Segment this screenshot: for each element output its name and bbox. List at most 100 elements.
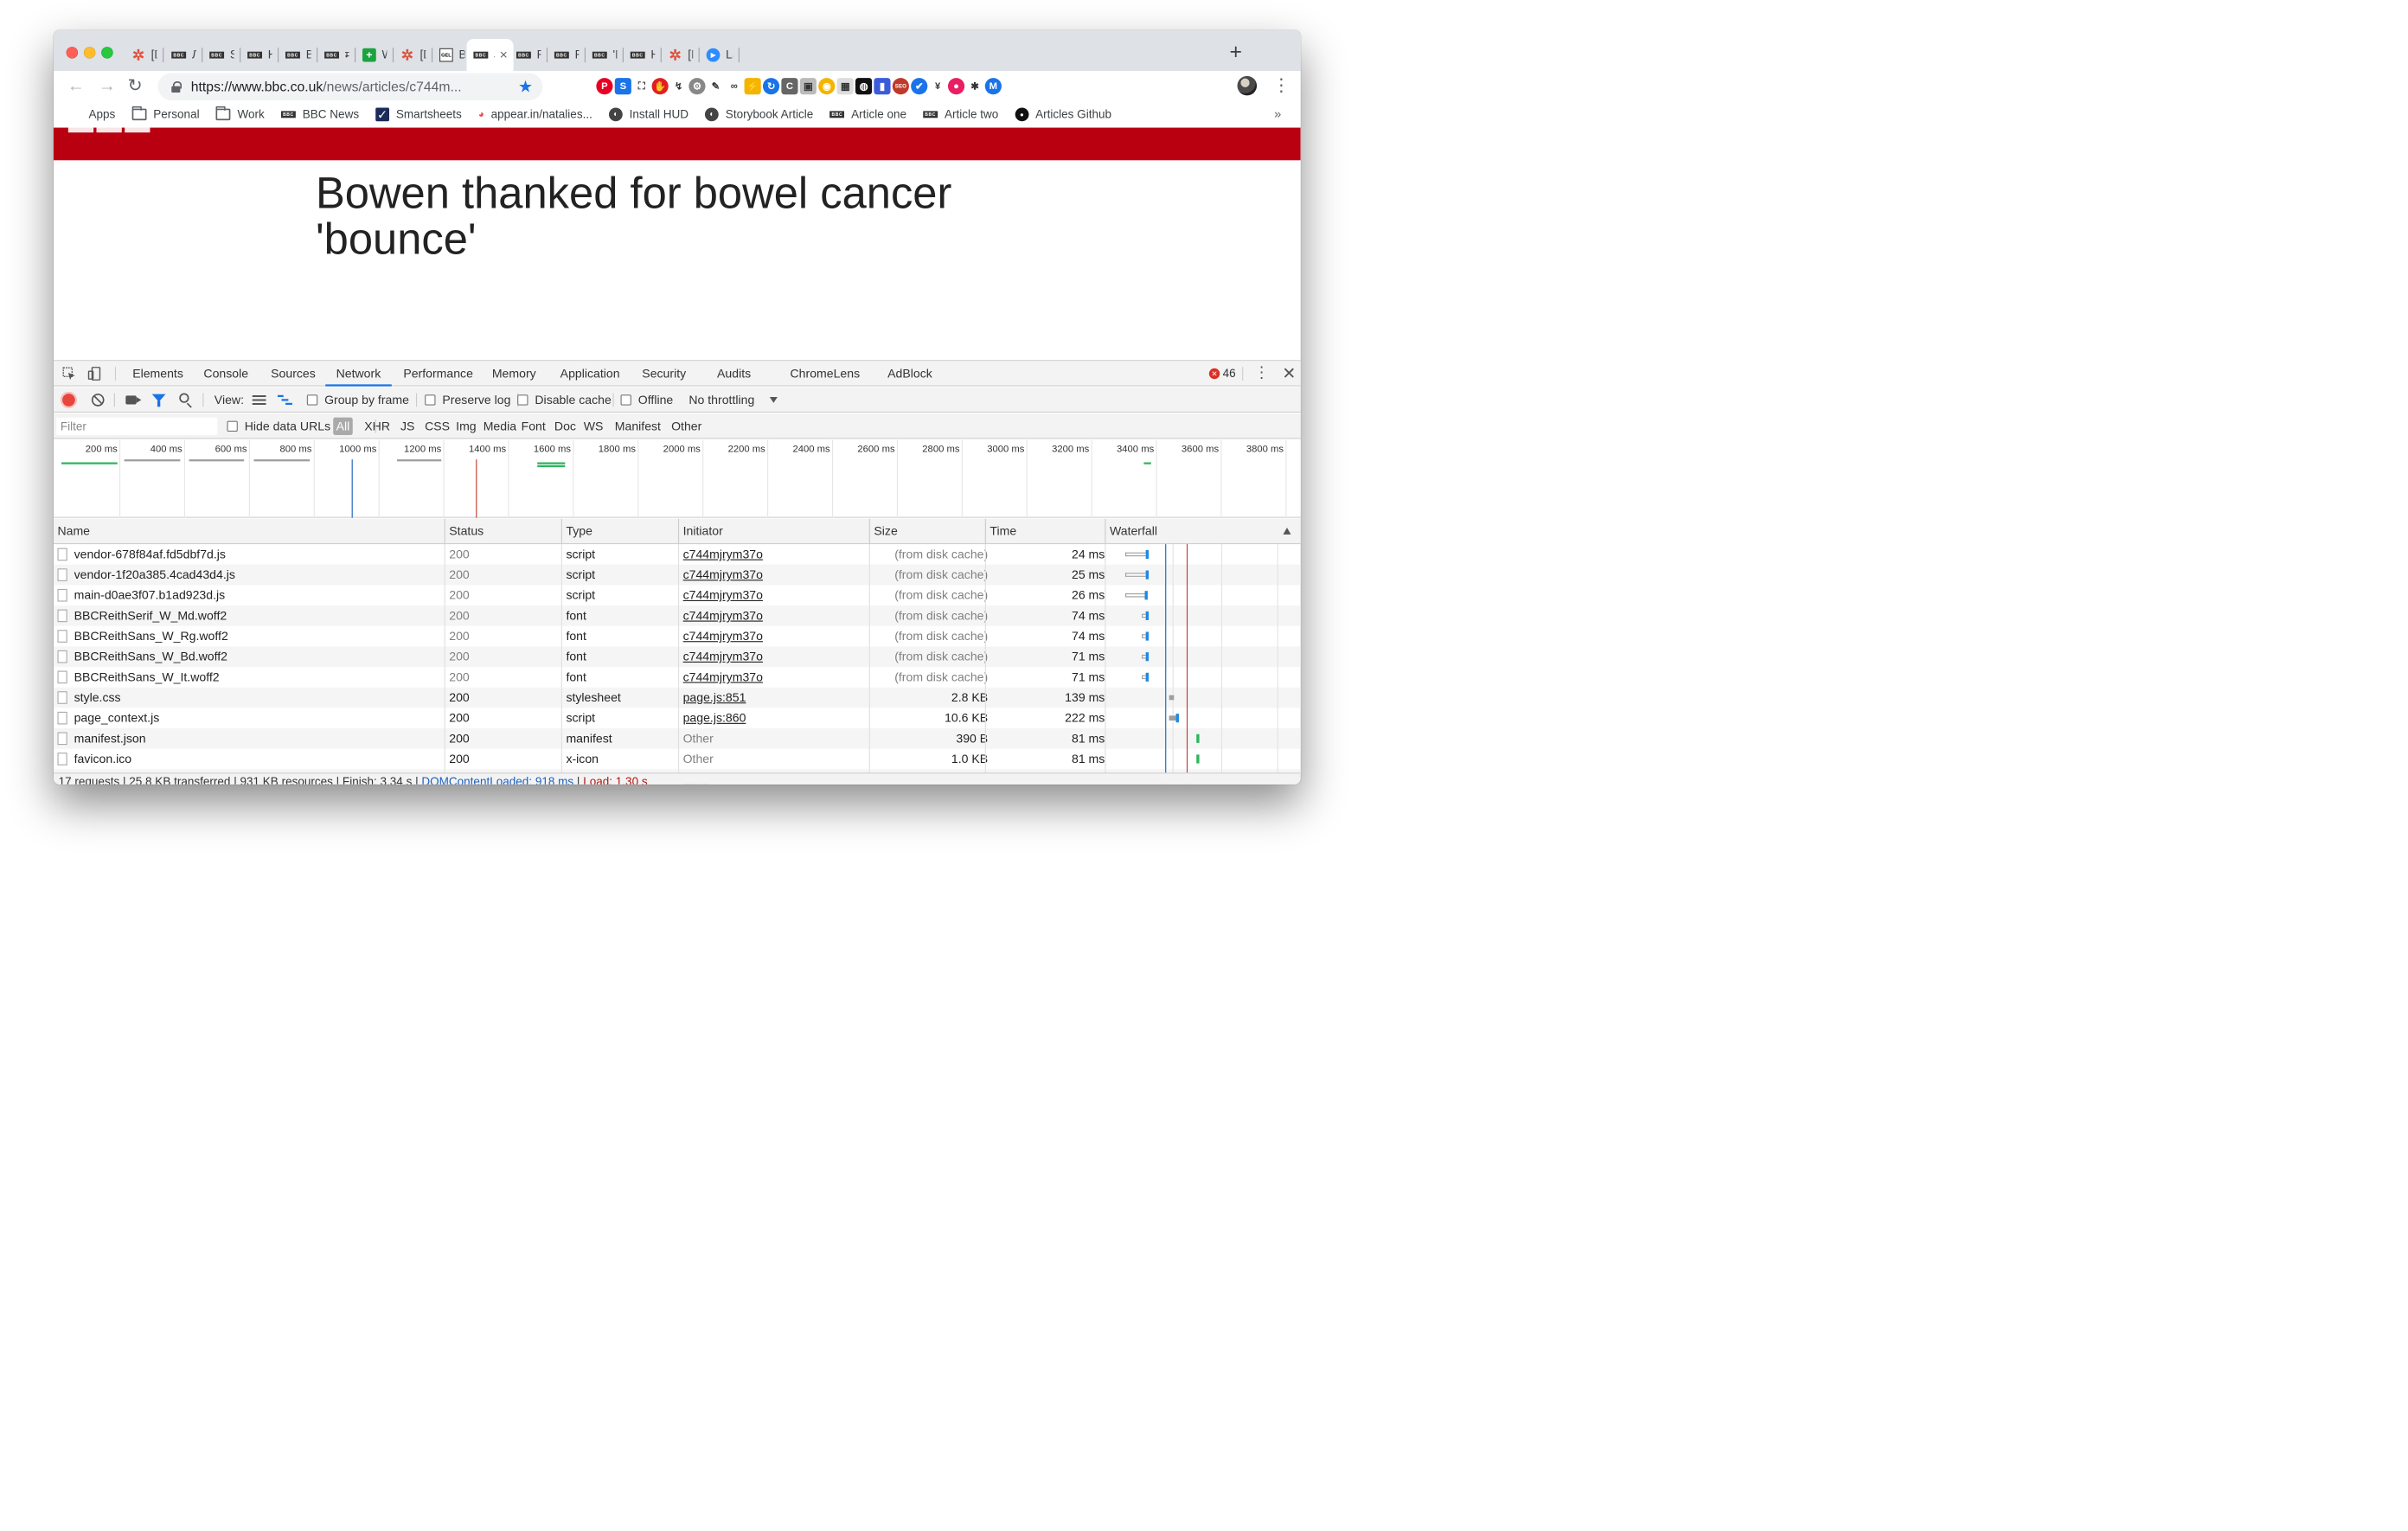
hide-data-urls-checkbox[interactable] — [227, 420, 238, 432]
column-divider[interactable] — [560, 518, 562, 545]
devtools-tab-sources[interactable]: Sources — [271, 361, 316, 386]
screenshot-icon[interactable]: ⛶ — [633, 78, 650, 95]
browser-tab[interactable]: BBC Story — [203, 39, 240, 71]
mask-icon[interactable]: ∞ — [726, 78, 743, 95]
request-name-cell[interactable]: BBCReithSerif_W_Md.woff2 — [57, 605, 437, 626]
request-name-cell[interactable]: vendor-1f20a385.4cad43d4.js — [57, 565, 437, 586]
browser-tab[interactable]: + WS C — [356, 39, 394, 71]
browser-tab[interactable]: BBC Royal — [510, 39, 548, 71]
extension-icon[interactable]: ▮ — [874, 78, 891, 95]
sort-ascending-icon[interactable] — [1283, 527, 1291, 535]
extension-icon[interactable]: ↻ — [762, 78, 780, 95]
back-button[interactable]: ← — [67, 75, 85, 96]
column-header-status[interactable]: Status — [445, 519, 484, 543]
column-header-time[interactable]: Time — [986, 519, 1016, 543]
browser-tab[interactable]: BBC मौत क — [318, 39, 355, 71]
type-filter-font[interactable]: Font — [518, 418, 548, 435]
bookmarks-overflow-button[interactable]: » — [1274, 106, 1281, 121]
waterfall-bar[interactable] — [1145, 631, 1150, 641]
bookmark-item[interactable]: ● Articles Github — [1015, 107, 1111, 122]
bookmark-item[interactable]: BBC BBC News — [280, 107, 359, 121]
devtools-tab-memory[interactable]: Memory — [492, 361, 536, 386]
devtools-tab-security[interactable]: Security — [642, 361, 686, 386]
bookmark-star-icon[interactable]: ★ — [518, 77, 533, 97]
close-window-button[interactable] — [66, 47, 79, 59]
new-tab-button[interactable]: + — [1230, 40, 1242, 64]
figure-icon[interactable]: ✱ — [966, 78, 983, 95]
filter-icon[interactable] — [151, 394, 166, 407]
initiator-link[interactable]: c744mjrym37o — [683, 646, 868, 667]
waterfall-bar[interactable] — [1145, 570, 1150, 580]
devtools-menu-button[interactable]: ⋮ — [1254, 363, 1270, 381]
type-filter-js[interactable]: JS — [398, 418, 418, 435]
waterfall-bar[interactable] — [1145, 652, 1150, 662]
browser-tab[interactable]: BBC Викто — [279, 39, 317, 71]
gear-icon[interactable]: ⚙ — [688, 78, 706, 95]
waterfall-bar[interactable] — [1169, 695, 1175, 701]
type-filter-media[interactable]: Media — [480, 418, 519, 435]
type-filter-img[interactable]: Img — [453, 418, 479, 435]
initiator-link[interactable]: c744mjrym37o — [683, 544, 868, 565]
type-filter-other[interactable]: Other — [669, 418, 705, 435]
error-count-badge[interactable]: ✕ 46 — [1208, 367, 1236, 381]
waterfall-bar[interactable] — [1145, 672, 1150, 682]
browser-tab[interactable]: ▶ Laun — [701, 39, 740, 71]
chrome-icon[interactable]: ◉ — [818, 78, 836, 95]
bbc-logo[interactable] — [67, 127, 150, 133]
adblock-icon[interactable]: ✋ — [651, 78, 669, 95]
browser-tab[interactable]: ✲ [DATA — [394, 39, 432, 71]
device-toolbar-icon[interactable] — [87, 366, 101, 381]
devtools-tab-network[interactable]: Network — [325, 361, 392, 387]
m-icon[interactable]: M — [984, 78, 1002, 95]
type-filter-all[interactable]: All — [333, 417, 353, 435]
clear-button[interactable] — [91, 394, 105, 407]
initiator-link[interactable]: c744mjrym37o — [683, 565, 868, 586]
initiator-link[interactable]: c744mjrym37o — [683, 585, 868, 605]
overview-icon[interactable] — [278, 394, 292, 406]
extension-icon[interactable]: ▦ — [836, 78, 854, 95]
browser-tab[interactable]: BBC На 3е — [241, 39, 279, 71]
request-name-cell[interactable]: page_context.js — [57, 708, 437, 728]
forward-button[interactable]: → — [99, 75, 116, 96]
devtools-tab-adblock[interactable]: AdBlock — [887, 361, 932, 386]
browser-tab[interactable]: BBC Royal — [548, 39, 586, 71]
type-filter-doc[interactable]: Doc — [552, 418, 580, 435]
extension-icon[interactable]: ◍ — [855, 78, 873, 95]
devtools-tab-audits[interactable]: Audits — [717, 361, 751, 386]
preserve-log-checkbox[interactable] — [425, 394, 436, 406]
inspect-element-icon[interactable] — [62, 367, 76, 381]
type-filter-xhr[interactable]: XHR — [362, 418, 393, 435]
column-divider[interactable] — [677, 518, 680, 545]
initiator-link[interactable]: c744mjrym37o — [683, 626, 868, 647]
browser-tab[interactable]: BBC 'Bree — [586, 39, 624, 71]
offline-checkbox[interactable] — [620, 394, 631, 406]
camera-icon[interactable]: ▣ — [799, 78, 817, 95]
browser-tab[interactable]: BBC Heart — [624, 39, 662, 71]
column-header-name[interactable]: Name — [54, 519, 90, 543]
extension-icon[interactable]: ↯ — [669, 78, 688, 95]
minimize-window-button[interactable] — [83, 47, 96, 59]
seo-icon[interactable]: SEO — [892, 78, 909, 95]
waterfall-bar[interactable] — [1175, 714, 1179, 723]
close-tab-icon[interactable]: × — [500, 48, 508, 63]
column-divider[interactable] — [984, 518, 986, 545]
bolt-icon[interactable]: ⚡ — [744, 78, 761, 95]
bookmark-item[interactable]: ◐ Install HUD — [609, 107, 688, 122]
request-name-cell[interactable]: BBCReithSans_W_It.woff2 — [57, 667, 437, 688]
request-name-cell[interactable]: favicon.ico — [57, 749, 437, 770]
eyedropper-icon[interactable]: ✎ — [707, 78, 724, 95]
request-name-cell[interactable]: manifest.json — [57, 728, 437, 749]
waterfall-bar[interactable] — [1145, 611, 1150, 620]
waterfall-bar[interactable] — [1196, 754, 1200, 764]
initiator-link[interactable]: page.js:851 — [683, 688, 868, 708]
reload-button[interactable]: ↻ — [128, 75, 143, 96]
browser-tab[interactable]: ✲ [DATA — [125, 39, 163, 71]
chrome-menu-button[interactable]: ⋮ — [1272, 75, 1290, 96]
devtools-tab-elements[interactable]: Elements — [132, 361, 183, 386]
record-button[interactable] — [62, 394, 75, 407]
bookmark-item[interactable]: Work — [215, 106, 265, 121]
request-name-cell[interactable]: BBCReithSans_W_Bd.woff2 — [57, 646, 437, 667]
disable-cache-checkbox[interactable] — [517, 394, 528, 406]
browser-tab[interactable]: BBC Je × — [466, 39, 514, 72]
type-filter-manifest[interactable]: Manifest — [612, 418, 663, 435]
